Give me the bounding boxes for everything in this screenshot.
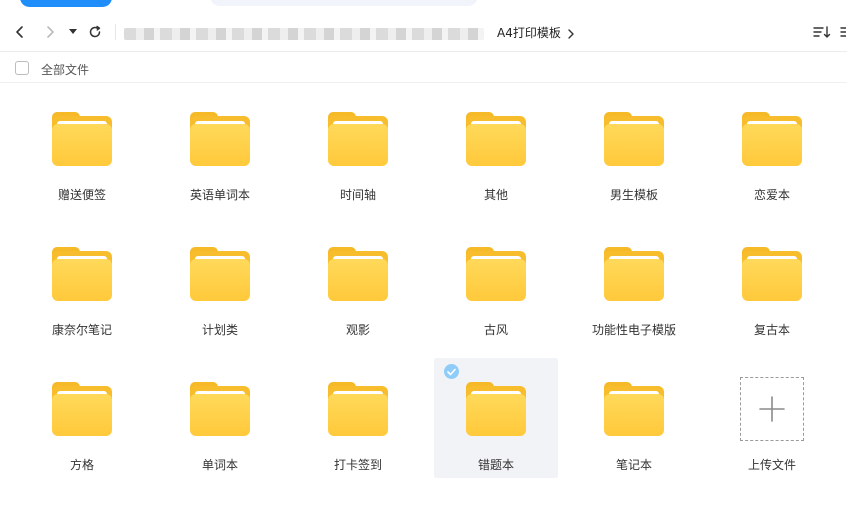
folder-name: 观影 xyxy=(345,323,370,337)
folder-icon xyxy=(190,382,250,436)
folder-name: 古风 xyxy=(483,323,508,337)
folder-icon xyxy=(52,382,112,436)
selection-bar: 全部文件 xyxy=(0,53,847,83)
folder-item[interactable]: 错题本 xyxy=(434,358,558,478)
upload-file-tile[interactable]: 上传文件 xyxy=(710,358,834,478)
folder-name: 其他 xyxy=(483,188,508,202)
folder-name: 英语单词本 xyxy=(189,188,250,202)
folder-name: 复古本 xyxy=(753,323,790,337)
folder-icon xyxy=(604,247,664,301)
folder-item[interactable]: 其他 xyxy=(434,88,558,208)
folder-item[interactable]: 英语单词本 xyxy=(158,88,282,208)
upload-file-label: 上传文件 xyxy=(747,458,796,472)
folder-icon xyxy=(328,247,388,301)
search-bar[interactable] xyxy=(210,0,478,6)
folder-icon xyxy=(190,247,250,301)
folder-item[interactable]: 单词本 xyxy=(158,358,282,478)
folder-icon xyxy=(742,247,802,301)
folder-icon xyxy=(52,112,112,166)
folder-icon xyxy=(466,382,526,436)
more-icon[interactable] xyxy=(840,24,847,43)
folder-item[interactable]: 方格 xyxy=(20,358,144,478)
folder-name: 赠送便签 xyxy=(57,188,106,202)
folder-icon xyxy=(742,112,802,166)
folder-icon xyxy=(328,112,388,166)
folder-name: 时间轴 xyxy=(339,188,376,202)
folder-item[interactable]: 复古本 xyxy=(710,223,834,343)
nav-separator xyxy=(115,24,116,40)
folder-item[interactable]: 古风 xyxy=(434,223,558,343)
folder-item[interactable]: 笔记本 xyxy=(572,358,696,478)
folder-icon xyxy=(466,112,526,166)
folder-name: 打卡签到 xyxy=(333,458,382,472)
folder-item[interactable]: 功能性电子模版 xyxy=(572,223,696,343)
navigation-bar: A4打印模板 xyxy=(0,14,847,52)
folder-name: 男生模板 xyxy=(609,188,658,202)
folder-name: 单词本 xyxy=(201,458,238,472)
caret-down-icon[interactable] xyxy=(64,22,82,42)
breadcrumb-blurred-path xyxy=(124,28,484,40)
breadcrumb-current[interactable]: A4打印模板 xyxy=(497,24,561,41)
chevron-right-icon[interactable] xyxy=(40,22,60,42)
folder-name: 康奈尔笔记 xyxy=(51,323,112,337)
folder-icon xyxy=(466,247,526,301)
folder-item[interactable]: 赠送便签 xyxy=(20,88,144,208)
selected-check-icon[interactable] xyxy=(444,364,459,379)
folder-name: 笔记本 xyxy=(615,458,652,472)
folder-item[interactable]: 计划类 xyxy=(158,223,282,343)
folder-item[interactable]: 观影 xyxy=(296,223,420,343)
sort-icon[interactable] xyxy=(813,24,831,43)
folder-name: 错题本 xyxy=(477,458,514,472)
folder-icon xyxy=(190,112,250,166)
folder-name: 恋爱本 xyxy=(753,188,790,202)
folder-item[interactable]: 时间轴 xyxy=(296,88,420,208)
breadcrumb-chevron-icon[interactable] xyxy=(566,25,576,44)
folder-item[interactable]: 男生模板 xyxy=(572,88,696,208)
chevron-left-icon[interactable] xyxy=(10,22,30,42)
folder-item[interactable]: 打卡签到 xyxy=(296,358,420,478)
plus-icon[interactable] xyxy=(740,377,804,441)
folder-icon xyxy=(604,112,664,166)
folder-item[interactable]: 恋爱本 xyxy=(710,88,834,208)
folder-item[interactable]: 康奈尔笔记 xyxy=(20,223,144,343)
folder-name: 方格 xyxy=(69,458,94,472)
select-all-label: 全部文件 xyxy=(41,63,90,77)
folder-name: 功能性电子模版 xyxy=(591,323,676,337)
refresh-icon[interactable] xyxy=(85,22,105,42)
top-toolbar-strip xyxy=(0,0,847,10)
folder-name: 计划类 xyxy=(201,323,238,337)
folder-icon xyxy=(52,247,112,301)
folder-icon xyxy=(604,382,664,436)
folder-icon xyxy=(328,382,388,436)
select-all-checkbox[interactable] xyxy=(15,61,29,75)
upload-primary-button[interactable] xyxy=(20,0,112,7)
